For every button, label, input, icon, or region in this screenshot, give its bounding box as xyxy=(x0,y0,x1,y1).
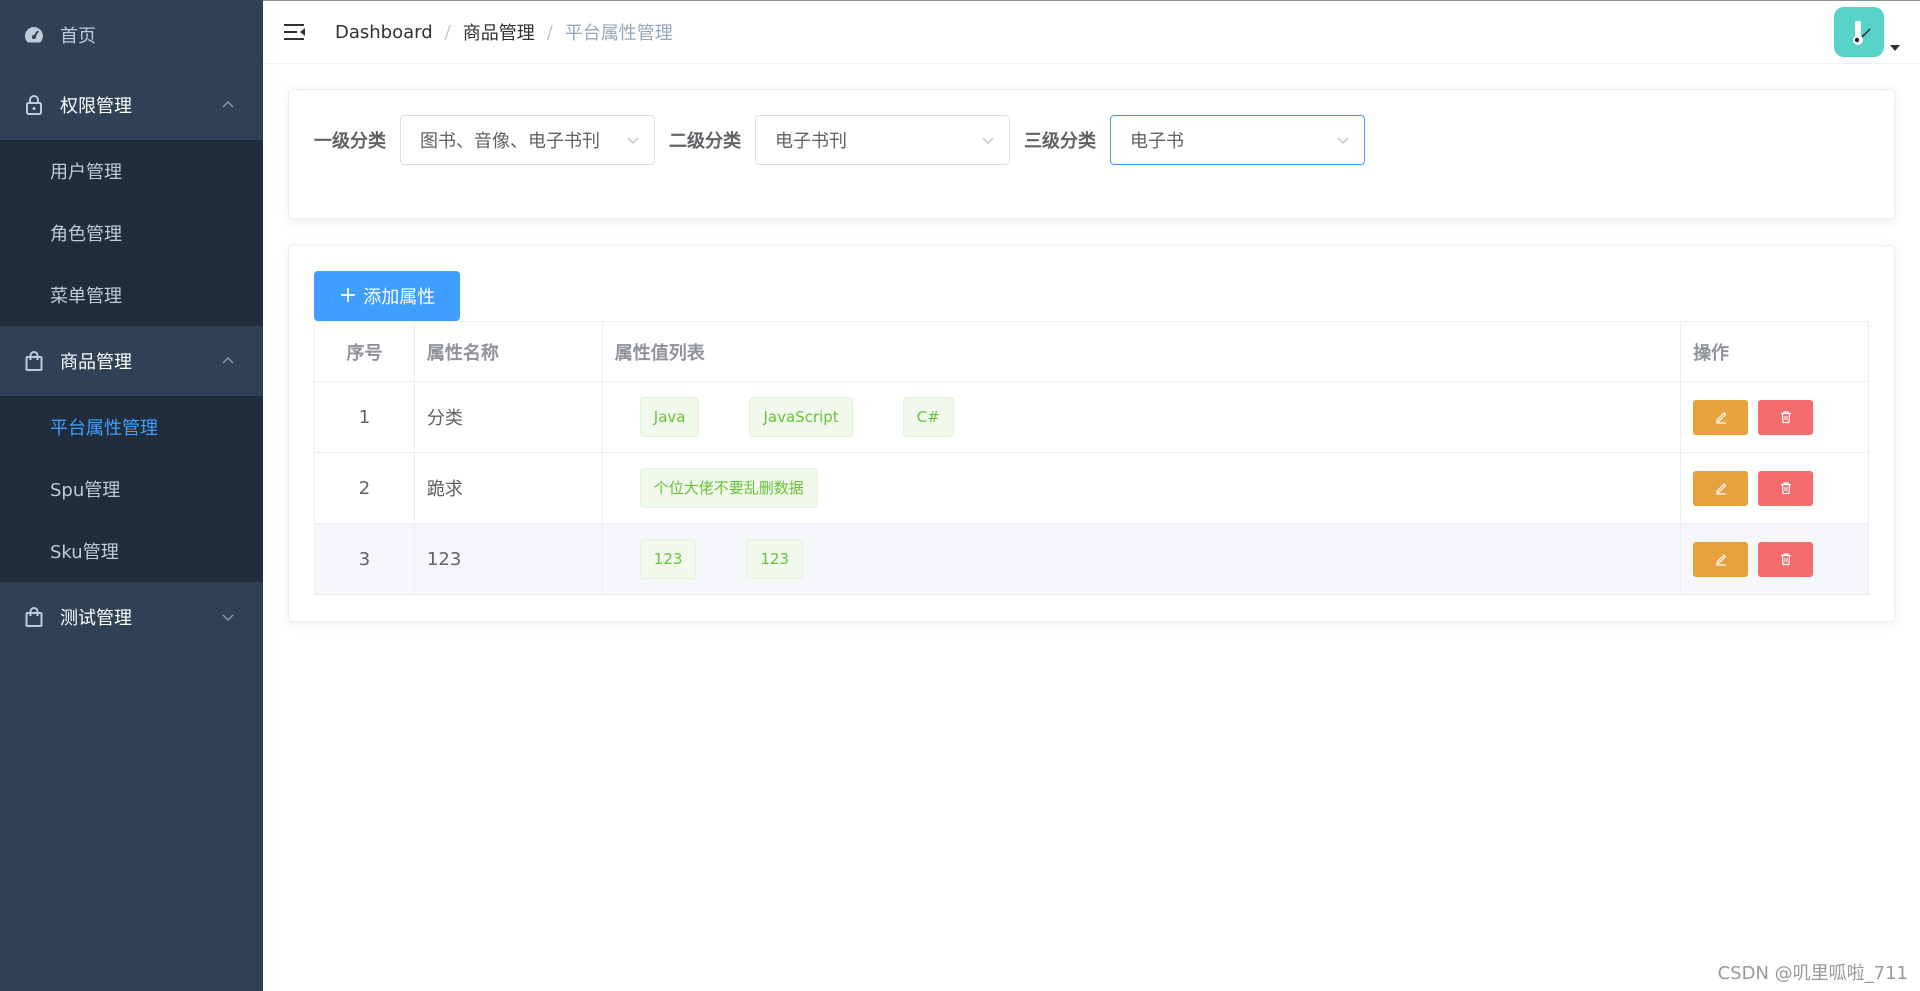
category2-value: 电子书刊 xyxy=(775,131,847,152)
sidebar-item-roles[interactable]: 角色管理 xyxy=(0,202,263,264)
avatar-image-icon xyxy=(1853,21,1871,45)
cell-index: 2 xyxy=(314,452,415,524)
chevron-up-icon xyxy=(222,356,234,364)
attr-value-tag: Java xyxy=(639,397,700,437)
sidebar-item-sku[interactable]: Sku管理 xyxy=(0,520,263,582)
attr-value-tag: JavaScript xyxy=(749,397,853,437)
shopping-bag-icon xyxy=(24,607,44,627)
submenu-permission: 用户管理 角色管理 菜单管理 xyxy=(0,140,263,326)
sidebar-item-attr[interactable]: 平台属性管理 xyxy=(0,396,263,458)
chevron-down-icon xyxy=(1337,137,1349,145)
category3-label: 三级分类 xyxy=(1024,131,1096,152)
trash-icon xyxy=(1780,482,1791,495)
attr-value-tag: 123 xyxy=(639,539,697,579)
chevron-down-icon xyxy=(982,137,994,145)
sidebar-item-menus[interactable]: 菜单管理 xyxy=(0,264,263,326)
edit-button[interactable] xyxy=(1693,399,1749,435)
shopping-bag-icon xyxy=(24,351,44,371)
hamburger-icon[interactable] xyxy=(283,20,307,44)
cell-index: 1 xyxy=(314,381,415,453)
category-form: 一级分类 图书、音像、电子书刊 二级分类 电子书刊 三级分类 电子书 xyxy=(314,115,1379,165)
add-attribute-label: 添加属性 xyxy=(363,287,436,308)
column-header-name: 属性名称 xyxy=(413,321,603,382)
cell-name: 分类 xyxy=(413,381,603,453)
chevron-down-icon xyxy=(627,137,639,145)
add-attribute-button[interactable]: + 添加属性 xyxy=(314,271,460,321)
cell-ops xyxy=(1680,381,1869,453)
category1-select[interactable]: 图书、音像、电子书刊 xyxy=(400,115,655,165)
table-header-row: 序号 属性名称 属性值列表 操作 xyxy=(314,321,1869,382)
column-header-index: 序号 xyxy=(314,321,415,382)
submenu-product: 平台属性管理 Spu管理 Sku管理 xyxy=(0,396,263,582)
sidebar-item-spu[interactable]: Spu管理 xyxy=(0,458,263,520)
edit-icon xyxy=(1715,412,1726,424)
sidebar-menu-label: 权限管理 xyxy=(60,96,132,117)
watermark: CSDN @叽里呱啦_711 xyxy=(1717,963,1908,984)
breadcrumb: Dashboard / 商品管理 / 平台属性管理 xyxy=(335,19,673,45)
sidebar-item-label: 首页 xyxy=(60,26,96,47)
cell-values: 123 123 xyxy=(601,523,1682,595)
chevron-up-icon xyxy=(222,100,234,108)
breadcrumb-separator: / xyxy=(444,21,451,43)
edit-button[interactable] xyxy=(1693,541,1749,577)
table-row: 1 分类 Java JavaScript C# xyxy=(314,381,1869,453)
category1-label: 一级分类 xyxy=(314,131,386,152)
category3-value: 电子书 xyxy=(1130,131,1184,152)
breadcrumb-item[interactable]: 商品管理 xyxy=(463,19,535,45)
attr-value-tag: 123 xyxy=(746,539,804,579)
attr-value-tag: C# xyxy=(902,397,954,437)
category1-value: 图书、音像、电子书刊 xyxy=(420,131,600,152)
sidebar: 首页 权限管理 用户管理 角色管理 菜单管理 商品管理 平台属性管理 Spu管理… xyxy=(0,0,263,991)
table-row: 2 跪求 个位大佬不要乱删数据 xyxy=(314,452,1869,524)
chevron-down-icon xyxy=(222,614,234,622)
breadcrumb-separator: / xyxy=(546,21,553,43)
category-filter-card: 一级分类 图书、音像、电子书刊 二级分类 电子书刊 三级分类 电子书 xyxy=(288,89,1895,219)
trash-icon xyxy=(1780,553,1791,566)
trash-icon xyxy=(1780,411,1791,424)
edit-icon xyxy=(1715,483,1726,495)
delete-button[interactable] xyxy=(1758,541,1814,577)
cell-name: 123 xyxy=(413,523,603,595)
caret-down-icon xyxy=(1890,45,1900,51)
sidebar-menu-test[interactable]: 测试管理 xyxy=(0,582,263,652)
cell-values: Java JavaScript C# xyxy=(601,381,1682,453)
delete-button[interactable] xyxy=(1758,399,1814,435)
breadcrumb-item[interactable]: Dashboard xyxy=(335,22,433,43)
cell-values: 个位大佬不要乱删数据 xyxy=(601,452,1682,524)
sidebar-item-home[interactable]: 首页 xyxy=(0,0,263,70)
sidebar-menu-product[interactable]: 商品管理 xyxy=(0,326,263,396)
cell-ops xyxy=(1680,523,1869,595)
cell-index: 3 xyxy=(314,523,415,595)
edit-button[interactable] xyxy=(1693,470,1749,506)
delete-button[interactable] xyxy=(1758,470,1814,506)
attr-value-tag: 个位大佬不要乱删数据 xyxy=(639,468,818,508)
column-header-values: 属性值列表 xyxy=(601,321,1682,382)
sidebar-menu-permission[interactable]: 权限管理 xyxy=(0,70,263,140)
sidebar-menu-label: 商品管理 xyxy=(60,352,132,373)
breadcrumb-item-current: 平台属性管理 xyxy=(564,23,673,44)
column-header-ops: 操作 xyxy=(1680,321,1869,382)
sidebar-menu-label: 测试管理 xyxy=(60,608,132,629)
lock-icon xyxy=(24,95,44,115)
navbar: Dashboard / 商品管理 / 平台属性管理 xyxy=(263,0,1920,64)
category2-select[interactable]: 电子书刊 xyxy=(755,115,1010,165)
dashboard-icon xyxy=(24,25,44,45)
cell-ops xyxy=(1680,452,1869,524)
attribute-list-card: + 添加属性 序号 属性名称 属性值列表 操作 1 分类 Java JavaScr… xyxy=(288,245,1895,622)
avatar xyxy=(1834,7,1884,57)
edit-icon xyxy=(1715,554,1726,566)
user-dropdown[interactable] xyxy=(1834,7,1900,57)
category3-select[interactable]: 电子书 xyxy=(1110,115,1365,165)
cell-name: 跪求 xyxy=(413,452,603,524)
sidebar-item-users[interactable]: 用户管理 xyxy=(0,140,263,202)
table-row: 3 123 123 123 xyxy=(314,523,1869,595)
plus-icon: + xyxy=(338,283,358,308)
attribute-table: 序号 属性名称 属性值列表 操作 1 分类 Java JavaScript C# xyxy=(314,321,1869,595)
category2-label: 二级分类 xyxy=(669,131,741,152)
